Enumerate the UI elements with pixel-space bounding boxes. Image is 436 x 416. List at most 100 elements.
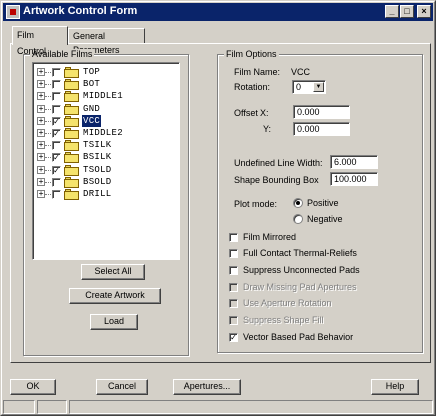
expand-icon[interactable]: + xyxy=(37,141,45,150)
film-row[interactable]: + MIDDLE1 xyxy=(37,90,177,103)
load-button[interactable]: Load xyxy=(90,314,138,330)
film-option-label: Suppress Shape Fill xyxy=(243,315,324,325)
tree-connector xyxy=(45,133,51,134)
film-checkbox[interactable] xyxy=(52,68,61,77)
offset-x-input[interactable]: 0.000 xyxy=(293,105,350,119)
folder-icon xyxy=(64,164,80,176)
help-button[interactable]: Help xyxy=(371,379,419,395)
folder-icon-body xyxy=(64,142,79,152)
film-row[interactable]: + BSOLD xyxy=(37,176,177,188)
expand-icon[interactable]: + xyxy=(37,129,45,137)
ok-button[interactable]: OK xyxy=(10,379,56,395)
expand-icon[interactable]: + xyxy=(37,190,45,198)
film-row[interactable]: + TSILK xyxy=(37,139,177,152)
folder-icon-body xyxy=(64,117,79,127)
film-row[interactable]: + ✓ VCC xyxy=(37,114,177,127)
folder-icon xyxy=(64,176,80,188)
film-checkbox[interactable] xyxy=(52,104,61,114)
close-button[interactable]: × xyxy=(417,5,431,18)
window-title: Artwork Control Form xyxy=(23,5,138,17)
folder-icon xyxy=(64,79,80,91)
folder-icon xyxy=(64,115,80,127)
film-option-label: Draw Missing Pad Apertures xyxy=(243,282,357,292)
apertures-button[interactable]: Apertures... xyxy=(173,379,241,395)
folder-icon xyxy=(64,140,80,152)
film-name[interactable]: DRILL xyxy=(82,188,113,200)
expand-icon[interactable]: + xyxy=(37,165,45,174)
film-option-label: Vector Based Pad Behavior xyxy=(243,332,354,342)
undefined-line-width-input[interactable]: 6.000 xyxy=(330,155,378,169)
status-bar xyxy=(3,400,433,414)
status-pane-1 xyxy=(3,400,35,414)
film-options-label: Film Options xyxy=(224,49,279,59)
film-row[interactable]: + ✓ MIDDLE2 xyxy=(37,127,177,139)
app-icon[interactable] xyxy=(6,5,20,19)
folder-icon-body xyxy=(64,154,79,164)
expand-icon[interactable]: + xyxy=(37,116,45,125)
film-row[interactable]: + ✓ BSILK xyxy=(37,151,177,164)
title-bar[interactable]: Artwork Control Form _ □ × xyxy=(3,3,433,21)
film-name[interactable]: BSOLD xyxy=(82,176,113,188)
film-row[interactable]: + BOT xyxy=(37,78,177,91)
film-option-checkbox[interactable]: ✓ xyxy=(229,333,238,342)
film-checkbox[interactable]: ✓ xyxy=(52,165,61,175)
film-checkbox[interactable]: ✓ xyxy=(52,116,61,126)
film-option-checkbox[interactable] xyxy=(229,249,238,258)
film-row[interactable]: + GND xyxy=(37,103,177,115)
tab-general-parameters[interactable]: General Parameters xyxy=(68,28,145,55)
film-option-label: Full Contact Thermal-Reliefs xyxy=(243,248,357,258)
film-checkbox[interactable]: ✓ xyxy=(52,129,61,138)
tab-film-control[interactable]: Film Control xyxy=(12,26,68,56)
film-checkbox[interactable] xyxy=(52,177,61,187)
expand-icon[interactable]: + xyxy=(37,92,45,101)
plot-mode-positive-radio[interactable] xyxy=(293,198,303,208)
film-name[interactable]: MIDDLE1 xyxy=(82,90,124,102)
film-checkbox[interactable] xyxy=(52,141,61,151)
chevron-down-icon[interactable]: ▼ xyxy=(313,82,324,92)
radio-selected-dot xyxy=(296,201,300,205)
film-row[interactable]: + TOP xyxy=(37,66,177,78)
film-name[interactable]: TOP xyxy=(82,66,101,78)
tree-connector xyxy=(45,145,51,147)
film-row[interactable]: + ✓ TSOLD xyxy=(37,164,177,176)
plot-mode-negative-radio[interactable] xyxy=(293,214,303,224)
film-checkbox[interactable]: ✓ xyxy=(52,153,61,163)
shape-bounding-box-input[interactable]: 100.000 xyxy=(330,172,378,186)
film-name[interactable]: BOT xyxy=(82,78,101,90)
film-checkbox[interactable] xyxy=(52,80,61,90)
cancel-button[interactable]: Cancel xyxy=(96,379,148,395)
rotation-value: 0 xyxy=(296,82,302,92)
minimize-button[interactable]: _ xyxy=(385,5,399,18)
status-pane-2 xyxy=(37,400,67,414)
expand-icon[interactable]: + xyxy=(37,68,45,76)
film-name[interactable]: GND xyxy=(82,103,101,115)
create-artwork-button[interactable]: Create Artwork xyxy=(69,288,161,304)
folder-icon xyxy=(64,128,80,139)
film-name[interactable]: TSILK xyxy=(82,139,113,151)
film-option-checkbox xyxy=(229,283,238,292)
film-option-checkbox[interactable] xyxy=(229,266,238,275)
maximize-button[interactable]: □ xyxy=(400,5,414,18)
expand-icon[interactable]: + xyxy=(37,80,45,89)
expand-icon[interactable]: + xyxy=(37,177,45,186)
tree-connector xyxy=(45,72,51,73)
folder-icon-body xyxy=(64,130,79,139)
tree-connector xyxy=(45,169,51,171)
film-name[interactable]: TSOLD xyxy=(82,164,113,176)
offset-label: Offset xyxy=(234,108,258,118)
film-option-checkbox[interactable] xyxy=(229,233,238,242)
film-name[interactable]: MIDDLE2 xyxy=(82,127,124,139)
plot-mode-negative-label: Negative xyxy=(307,214,343,224)
plot-mode-label: Plot mode: xyxy=(234,199,278,209)
available-films-list[interactable]: + TOP + BOT + MIDDLE1 + GND + ✓ VCC + ✓ MIDDLE2 + TSILK… xyxy=(32,62,180,260)
film-row[interactable]: + DRILL xyxy=(37,188,177,200)
select-all-button[interactable]: Select All xyxy=(81,264,145,280)
film-checkbox[interactable] xyxy=(52,92,61,102)
rotation-select[interactable]: 0 ▼ xyxy=(292,80,326,94)
offset-y-input[interactable]: 0.000 xyxy=(293,122,350,136)
film-name[interactable]: VCC xyxy=(82,114,102,127)
film-name[interactable]: BSILK xyxy=(82,151,113,163)
expand-icon[interactable]: + xyxy=(37,153,45,162)
expand-icon[interactable]: + xyxy=(37,104,45,113)
film-checkbox[interactable] xyxy=(52,190,61,199)
